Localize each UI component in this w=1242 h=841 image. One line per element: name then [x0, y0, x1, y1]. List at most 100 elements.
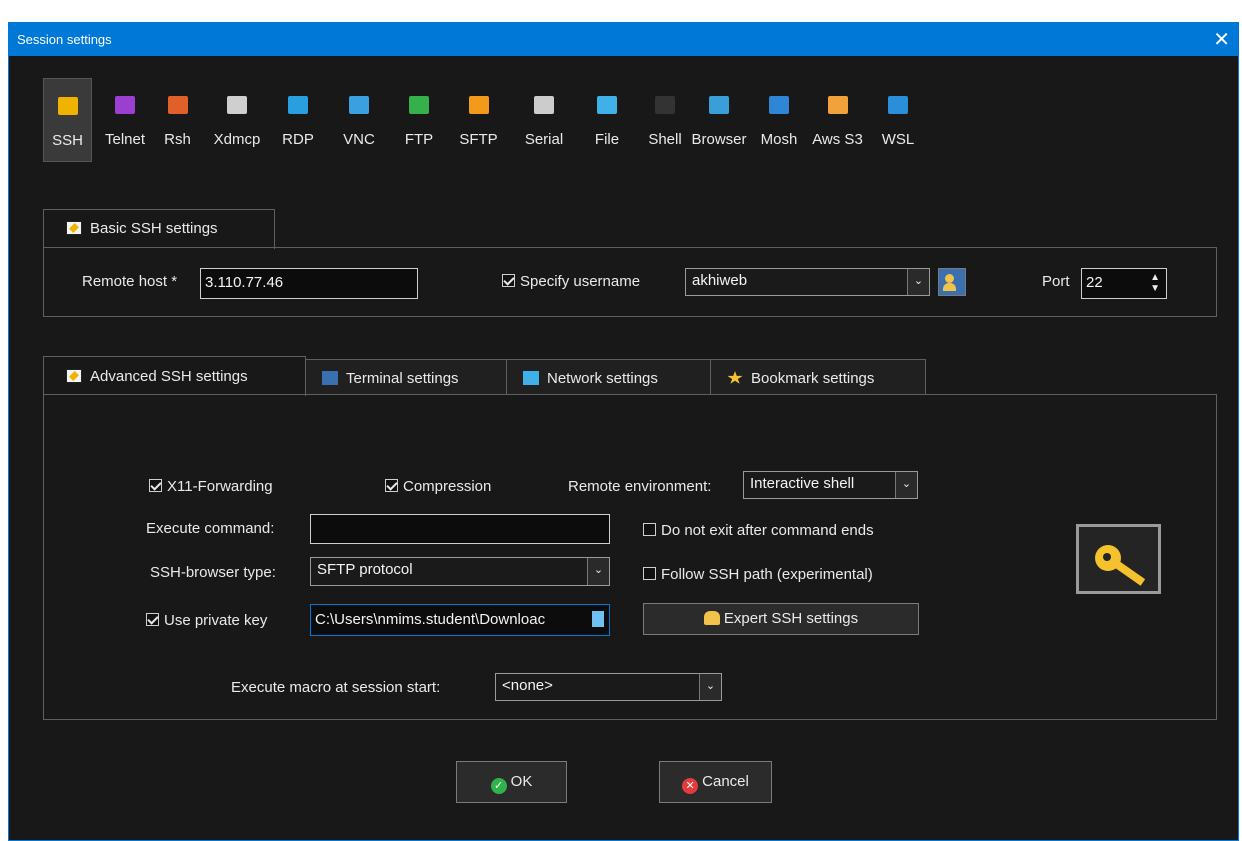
basic-tab-label: Basic SSH settings — [90, 220, 218, 237]
tab-label: Terminal settings — [346, 370, 459, 387]
star-icon — [727, 371, 743, 384]
protocol-label: Aws S3 — [812, 131, 863, 148]
ssh-icon — [57, 97, 78, 115]
telnet-icon — [115, 96, 135, 114]
protocol-label: Shell — [648, 131, 682, 148]
session-settings-window: Session settings ✕ SSH Telnet Rsh Xdmcp RDP V… — [8, 22, 1239, 841]
chevron-down-icon: ⌄ — [907, 269, 929, 295]
remote-environment-value: Interactive shell — [750, 475, 855, 492]
port-spinner[interactable]: 22 ▲ ▼ — [1081, 268, 1167, 299]
expert-ssh-settings-button[interactable]: Expert SSH settings — [643, 603, 919, 635]
ssh-browser-type-select[interactable]: SFTP protocol ⌄ — [310, 557, 610, 586]
remote-environment-select[interactable]: Interactive shell ⌄ — [743, 471, 918, 499]
ssh-browser-type-value: SFTP protocol — [317, 561, 413, 578]
ok-button[interactable]: ✓ OK — [456, 761, 567, 803]
tab-label: Network settings — [547, 370, 658, 387]
checkbox-compression[interactable] — [385, 479, 398, 492]
protocol-wsl[interactable]: WSL — [874, 78, 922, 162]
rsh-icon — [167, 96, 188, 114]
execute-command-input[interactable] — [310, 514, 610, 544]
protocol-label: FTP — [404, 131, 434, 148]
checkbox-do-not-exit[interactable] — [643, 523, 656, 536]
vnc-icon — [349, 96, 369, 114]
private-key-path-value: C:\Users\nmims.student\Downloac — [315, 611, 546, 628]
execute-macro-select[interactable]: <none> ⌄ — [495, 673, 722, 701]
cancel-button[interactable]: ✕ Cancel — [659, 761, 772, 803]
protocol-browser[interactable]: Browser — [686, 78, 752, 162]
protocol-shell[interactable]: Shell — [641, 78, 689, 162]
serial-icon — [534, 96, 554, 114]
use-private-key-checkbox[interactable]: Use private key — [146, 612, 267, 629]
user-manager-icon[interactable] — [938, 268, 966, 296]
protocol-label: Telnet — [104, 131, 146, 148]
checkbox-follow-ssh-path[interactable] — [643, 567, 656, 580]
execute-command-label: Execute command: — [146, 520, 275, 537]
protocol-vnc[interactable]: VNC — [334, 78, 384, 162]
tab-label: Bookmark settings — [751, 370, 875, 387]
cancel-icon: ✕ — [682, 778, 699, 794]
remote-environment-label: Remote environment: — [568, 478, 712, 495]
checkbox-use-private-key[interactable] — [146, 613, 159, 626]
protocol-rdp[interactable]: RDP — [273, 78, 323, 162]
specify-username-checkbox[interactable]: Specify username — [502, 273, 640, 290]
follow-ssh-path-checkbox[interactable]: Follow SSH path (experimental) — [643, 566, 873, 583]
protocol-aws-s3[interactable]: Aws S3 — [805, 78, 870, 162]
aws-s3-icon — [827, 96, 848, 114]
advanced-settings-panel — [43, 394, 1217, 720]
terminal-icon — [322, 371, 338, 385]
protocol-label: Rsh — [164, 131, 191, 148]
mosh-icon — [769, 96, 789, 114]
file-icon — [597, 96, 617, 114]
tab-terminal-settings[interactable]: Terminal settings — [305, 359, 507, 395]
browser-icon — [709, 96, 729, 114]
user-key-icon — [703, 611, 720, 625]
ssh-browser-type-label: SSH-browser type: — [150, 564, 276, 581]
window-title: Session settings — [17, 32, 112, 47]
remote-host-input[interactable]: 3.110.77.46 — [200, 268, 418, 299]
tab-advanced-ssh-settings[interactable]: Advanced SSH settings — [43, 356, 306, 396]
execute-macro-label: Execute macro at session start: — [231, 679, 441, 696]
key-icon — [1076, 524, 1161, 594]
username-value: akhiweb — [692, 272, 748, 289]
port-label: Port — [1042, 273, 1070, 290]
tab-network-settings[interactable]: Network settings — [506, 359, 711, 395]
protocol-mosh[interactable]: Mosh — [754, 78, 804, 162]
chevron-down-icon: ⌄ — [699, 674, 721, 700]
ftp-icon — [409, 96, 429, 114]
chevron-down-icon: ⌄ — [895, 472, 917, 498]
compression-checkbox[interactable]: Compression — [385, 478, 491, 495]
spinner-arrows-icon[interactable]: ▲ ▼ — [1150, 272, 1160, 294]
private-key-path-input[interactable]: C:\Users\nmims.student\Downloac — [310, 604, 610, 636]
do-not-exit-checkbox[interactable]: Do not exit after command ends — [643, 522, 874, 539]
protocol-sftp[interactable]: SFTP — [452, 78, 505, 162]
protocol-serial[interactable]: Serial — [514, 78, 574, 162]
close-icon[interactable]: ✕ — [1213, 27, 1230, 52]
x11-forwarding-checkbox[interactable]: X11-Forwarding — [149, 478, 273, 495]
remote-host-label: Remote host * — [82, 273, 178, 290]
protocol-label: Browser — [691, 131, 747, 148]
wrench-icon — [66, 221, 82, 235]
protocol-rsh[interactable]: Rsh — [154, 78, 201, 162]
protocol-label: RDP — [282, 131, 314, 148]
protocol-ftp[interactable]: FTP — [395, 78, 443, 162]
checkbox-specify-username[interactable] — [502, 274, 515, 287]
tab-basic-ssh-settings: Basic SSH settings — [43, 209, 275, 249]
protocol-label: SFTP — [459, 131, 498, 148]
protocol-file[interactable]: File — [582, 78, 632, 162]
browse-file-icon[interactable] — [592, 611, 604, 627]
username-select[interactable]: akhiweb ⌄ — [685, 268, 930, 296]
sftp-icon — [468, 96, 489, 114]
execute-macro-value: <none> — [502, 677, 553, 694]
rdp-icon — [288, 96, 308, 114]
port-value: 22 — [1086, 274, 1103, 291]
protocol-label: VNC — [343, 131, 375, 148]
protocol-telnet[interactable]: Telnet — [100, 78, 150, 162]
xdmcp-icon — [227, 96, 247, 114]
tab-bookmark-settings[interactable]: Bookmark settings — [710, 359, 926, 395]
wsl-icon — [888, 96, 908, 114]
checkbox-x11[interactable] — [149, 479, 162, 492]
protocol-ssh[interactable]: SSH — [43, 78, 92, 162]
protocol-xdmcp[interactable]: Xdmcp — [208, 78, 266, 162]
protocol-label: File — [594, 131, 620, 148]
shell-icon — [655, 96, 675, 114]
